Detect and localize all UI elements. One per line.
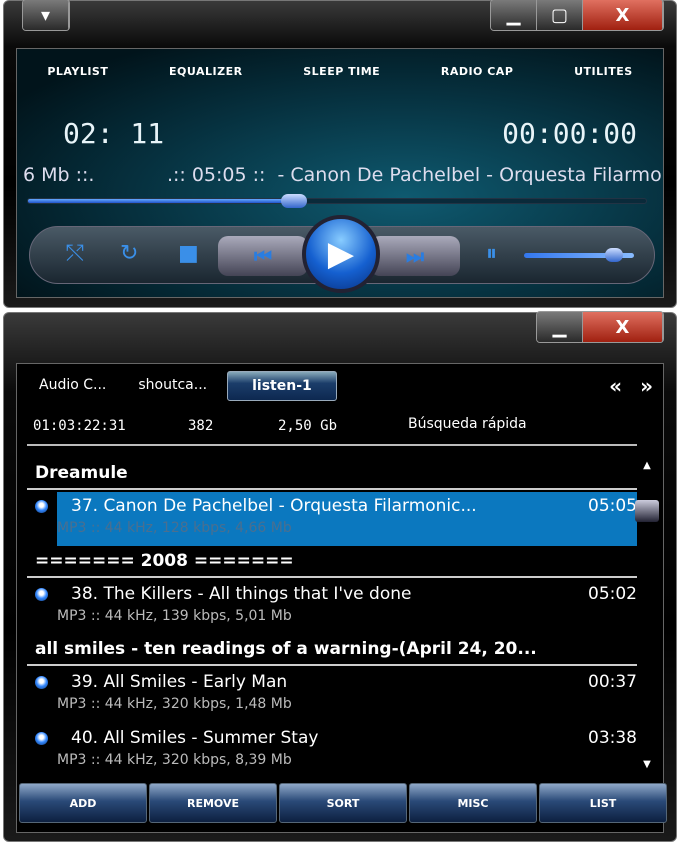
tab-audio-cd[interactable]: Audio C... [27,371,118,401]
control-bar: ⤲ ↻ ■ ⏮ ⏭ ▶ ⏸ [29,215,655,293]
track-title: 37. Canon De Pachelbel - Orquesta Filarm… [71,496,477,516]
volume-slider[interactable] [524,248,634,262]
misc-button[interactable]: MISC [409,783,537,823]
maximize-button[interactable]: ▢ [537,0,583,30]
sort-button[interactable]: SORT [279,783,407,823]
play-button[interactable]: ▶ [302,215,380,293]
track-info: MP3 :: 44 kHz, 128 kbps, 4,66 Mb [57,520,292,536]
track-marquee: 6 Mb ::. .:: 05:05 :: - Canon De Pachelb… [23,164,663,186]
menu-sleep-time[interactable]: SLEEP TIME [303,65,380,78]
total-size: 2,50 Gb [278,418,338,434]
seek-handle[interactable] [280,194,307,208]
menu-utilities[interactable]: UTILITES [574,65,633,78]
track-bullet-icon [35,588,48,601]
next-button[interactable]: ⏭ [370,236,460,276]
next-icon: ⏭ [406,244,424,268]
track-duration: 05:05 [588,496,637,516]
tab-next-icon[interactable]: » [640,374,653,398]
previous-button[interactable]: ⏮ [218,236,308,276]
list-item[interactable]: 39. All Smiles - Early Man 00:37MP3 :: 44… [27,668,637,724]
minimize-button[interactable]: ▁ [537,312,583,342]
play-icon: ▶ [327,234,355,274]
player-window: ▾ ▁ ▢ X PLAYLIST EQUALIZER SLEEP TIME RA… [3,0,677,308]
seek-progress [28,199,294,203]
tab-listen-1[interactable]: listen-1 [227,371,337,401]
elapsed-time: 02: 11 [63,117,165,150]
list-item[interactable]: 38. The Killers - All things that I've d… [27,580,637,636]
volume-handle[interactable] [604,248,623,262]
track-duration: 00:37 [588,672,637,692]
track-info: MP3 :: 44 kHz, 320 kbps, 1,48 Mb [57,696,292,712]
divider [27,444,637,446]
tab-prev-icon[interactable]: « [609,374,622,398]
track-bullet-icon [35,676,48,689]
track-bullet-icon [35,732,48,745]
player-display: PLAYLIST EQUALIZER SLEEP TIME RADIO CAP … [16,48,664,298]
repeat-icon[interactable]: ↻ [120,241,138,266]
chevron-down-icon[interactable]: ▾ [23,0,69,30]
list-button[interactable]: LIST [539,783,667,823]
stop-icon[interactable]: ■ [178,241,199,266]
menu-dropdown[interactable]: ▾ [22,0,70,31]
sleep-timer: 00:00:00 [502,117,637,150]
remove-button[interactable]: REMOVE [149,783,277,823]
add-button[interactable]: ADD [19,783,147,823]
scrollbar-thumb[interactable] [635,500,659,522]
track-count: 382 [188,418,214,434]
previous-icon: ⏮ [254,244,272,268]
track-title: 38. The Killers - All things that I've d… [71,584,412,604]
pause-icon[interactable]: ⏸ [486,241,497,266]
menu-playlist[interactable]: PLAYLIST [47,65,108,78]
scroll-down-icon[interactable]: ▼ [635,759,659,770]
group-header: ======= 2008 ======= [27,548,637,578]
total-time: 01:03:22:31 [33,418,126,434]
menu-radio-cap[interactable]: RADIO CAP [441,65,514,78]
playlist-window: ▁ X Audio C... shoutca... listen-1 « » 0… [3,311,677,842]
close-button[interactable]: X [583,0,663,30]
track-info: MP3 :: 44 kHz, 320 kbps, 8,39 Mb [57,752,292,768]
playlist-panel: Audio C... shoutca... listen-1 « » 01:03… [16,363,664,833]
group-header: Dreamule [27,460,637,490]
shuffle-icon[interactable]: ⤲ [66,241,84,266]
list-item[interactable]: 37. Canon De Pachelbel - Orquesta Filarm… [27,492,637,548]
minimize-button[interactable]: ▁ [491,0,537,30]
close-button[interactable]: X [583,312,663,342]
tab-shoutcast[interactable]: shoutca... [126,371,219,401]
track-duration: 05:02 [588,584,637,604]
track-title: 39. All Smiles - Early Man [71,672,288,692]
track-duration: 03:38 [588,728,637,748]
seek-bar[interactable] [27,194,647,208]
menu-equalizer[interactable]: EQUALIZER [169,65,243,78]
track-bullet-icon [35,500,48,513]
scrollbar[interactable]: ▲ ▼ [635,460,659,770]
track-info: MP3 :: 44 kHz, 139 kbps, 5,01 Mb [57,608,292,624]
track-list: Dreamule 37. Canon De Pachelbel - Orquest… [27,460,637,780]
scroll-up-icon[interactable]: ▲ [635,460,659,471]
quick-search[interactable]: Búsqueda rápida [408,416,527,432]
list-item[interactable]: 40. All Smiles - Summer Stay 03:38MP3 :: … [27,724,637,780]
group-header: all smiles - ten readings of a warning-(… [27,636,637,666]
track-title: 40. All Smiles - Summer Stay [71,728,319,748]
